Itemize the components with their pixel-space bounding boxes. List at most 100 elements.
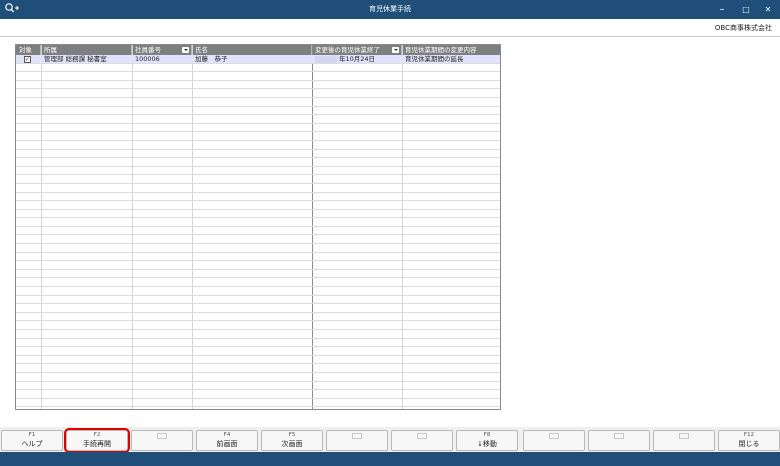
table-row[interactable]	[16, 81, 500, 90]
column-header-name[interactable]: 氏名	[192, 45, 312, 55]
table-row[interactable]: ✓ 管理部 総務課 秘書室 100006 加藤 恭子 年10月24日 育児休業期…	[16, 55, 500, 64]
table-row[interactable]	[16, 373, 500, 382]
function-key-f4[interactable]: F4 前画面	[196, 430, 258, 451]
table-row[interactable]	[16, 107, 500, 116]
status-bar	[0, 452, 780, 466]
table-row[interactable]	[16, 210, 500, 219]
function-key-empty[interactable]	[391, 430, 453, 451]
table-row[interactable]	[16, 89, 500, 98]
table-row[interactable]	[16, 235, 500, 245]
minimize-button[interactable]: –	[711, 0, 733, 19]
table-row[interactable]	[16, 261, 500, 270]
function-key-f1[interactable]: F1 ヘルプ	[1, 430, 63, 451]
table-row[interactable]	[16, 227, 500, 236]
table-row[interactable]	[16, 175, 500, 184]
column-header-end-date[interactable]: 変更後の育児休業終了	[312, 45, 402, 55]
function-key-number	[679, 433, 689, 439]
company-bar: OBC商事株式会社	[0, 19, 780, 37]
table-row[interactable]	[16, 364, 500, 373]
column-header-dept[interactable]: 所属	[41, 45, 132, 55]
function-key-number: F4	[223, 432, 231, 438]
date-year-field[interactable]	[315, 55, 337, 63]
function-key-number: F8	[483, 432, 491, 438]
function-key-number: F12	[743, 432, 755, 438]
table-row[interactable]	[16, 244, 500, 253]
function-key-f5[interactable]: F5 次画面	[261, 430, 323, 451]
table-row[interactable]	[16, 356, 500, 365]
table-row[interactable]	[16, 158, 500, 167]
target-checkbox[interactable]: ✓	[24, 56, 31, 63]
column-header-change[interactable]: 育児休業期間の変更内容	[402, 45, 500, 55]
table-row[interactable]	[16, 218, 500, 227]
table-row[interactable]	[16, 201, 500, 210]
table-row[interactable]	[16, 382, 500, 391]
company-name: OBC商事株式会社	[714, 24, 772, 32]
name-cell: 加藤 恭子	[195, 55, 228, 63]
table-row[interactable]	[16, 184, 500, 193]
function-key-empty[interactable]	[588, 430, 650, 451]
function-key-number: F5	[288, 432, 296, 438]
table-row[interactable]	[16, 407, 500, 409]
table-row[interactable]	[16, 115, 500, 124]
function-key-label: 閉じる	[738, 440, 760, 448]
function-key-number	[352, 433, 362, 439]
table-row[interactable]	[16, 399, 500, 408]
function-key-empty[interactable]	[131, 430, 193, 451]
table-row[interactable]	[16, 124, 500, 133]
function-key-number	[614, 433, 624, 439]
table-row[interactable]	[16, 150, 500, 159]
table-row[interactable]	[16, 304, 500, 313]
function-key-empty[interactable]	[326, 430, 388, 451]
dept-cell: 管理部 総務課 秘書室	[44, 55, 107, 63]
end-date-text: 年10月24日	[339, 55, 376, 63]
table-row[interactable]	[16, 72, 500, 81]
table-row[interactable]	[16, 270, 500, 279]
function-key-f12[interactable]: F12 閉じる	[718, 430, 780, 451]
table-row[interactable]	[16, 321, 500, 330]
grid-header: 対象 所属 社員番号 氏名 変更後の育児休業終了 育児休業期間の変更内容	[16, 45, 500, 55]
table-row[interactable]	[16, 253, 500, 262]
function-key-number	[549, 433, 559, 439]
function-key-label: 次画面	[281, 440, 303, 448]
sort-dropdown-icon[interactable]	[392, 47, 399, 53]
table-row[interactable]	[16, 64, 500, 73]
function-key-f2[interactable]: F2 手続再開	[64, 428, 130, 453]
function-key-number	[417, 433, 427, 439]
table-row[interactable]	[16, 296, 500, 305]
table-row[interactable]	[16, 339, 500, 348]
function-key-number: F1	[28, 432, 36, 438]
end-date-cell[interactable]: 年10月24日	[312, 55, 402, 64]
column-header-target[interactable]: 対象	[16, 45, 41, 55]
grid-body: ✓ 管理部 総務課 秘書室 100006 加藤 恭子 年10月24日 育児休業期…	[16, 55, 500, 409]
close-button[interactable]: ✕	[757, 0, 779, 19]
employee-grid: 対象 所属 社員番号 氏名 変更後の育児休業終了 育児休業期間の変更内容 ✓ 管…	[15, 44, 501, 410]
function-key-empty[interactable]	[653, 430, 715, 451]
main-content: 対象 所属 社員番号 氏名 変更後の育児休業終了 育児休業期間の変更内容 ✓ 管…	[0, 37, 780, 427]
function-key-label: ヘルプ	[21, 440, 43, 448]
table-row[interactable]	[16, 390, 500, 399]
function-key-number: F2	[93, 432, 101, 438]
window-title: 育児休業手続	[369, 5, 411, 13]
function-key-label: 手続再開	[83, 440, 111, 448]
function-key-empty[interactable]	[523, 430, 585, 451]
function-key-f8[interactable]: F8 ↓移動	[456, 430, 518, 451]
function-key-bar: F1 ヘルプ F2 手続再開 F4 前画面 F5 次画面 F8 ↓移動 F12 閉じる	[0, 427, 780, 453]
target-cell[interactable]: ✓	[16, 55, 41, 64]
emp-no-cell: 100006	[135, 55, 160, 63]
table-row[interactable]	[16, 287, 500, 296]
function-key-label: 前画面	[216, 440, 238, 448]
table-row[interactable]	[16, 278, 500, 288]
table-row[interactable]	[16, 132, 500, 141]
column-header-emp-no[interactable]: 社員番号	[132, 45, 192, 55]
table-row[interactable]	[16, 141, 500, 150]
table-row[interactable]	[16, 313, 500, 322]
table-row[interactable]	[16, 330, 500, 339]
table-row[interactable]	[16, 193, 500, 202]
change-cell: 育児休業期間の延長	[405, 55, 464, 63]
table-row[interactable]	[16, 167, 500, 176]
table-row[interactable]	[16, 98, 500, 107]
maximize-button[interactable]: □	[735, 0, 757, 19]
title-bar: 育児休業手続 – □ ✕	[0, 0, 780, 19]
sort-dropdown-icon[interactable]	[182, 47, 189, 53]
table-row[interactable]	[16, 347, 500, 356]
